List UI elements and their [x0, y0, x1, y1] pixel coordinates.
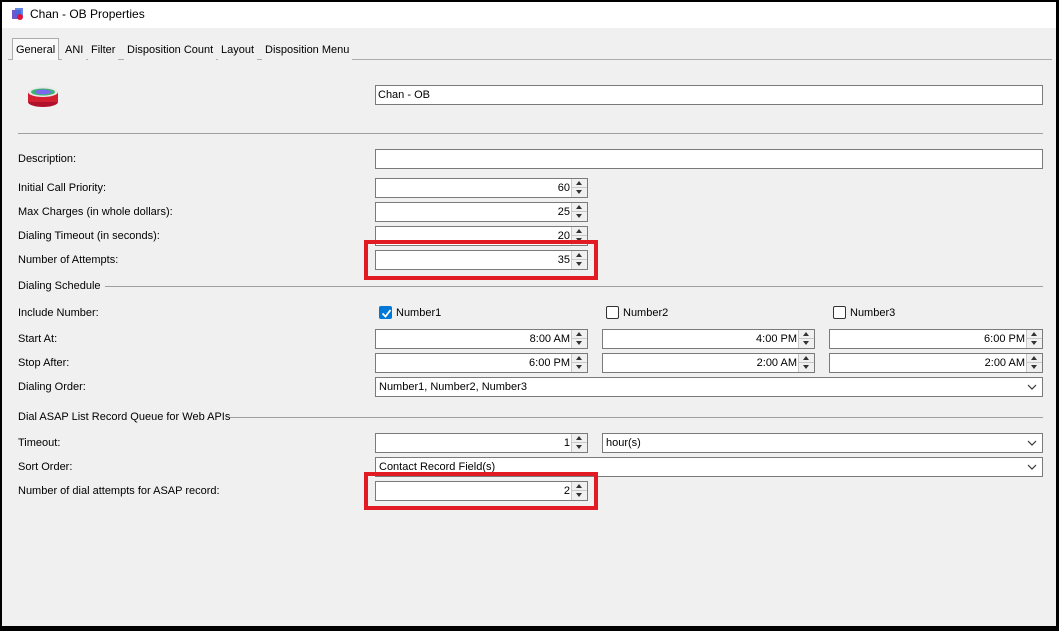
dialing-schedule-heading: Dialing Schedule — [18, 280, 101, 292]
spin-up-icon[interactable] — [572, 354, 587, 363]
number2-label: Number2 — [623, 307, 669, 319]
stop-after-label: Stop After: — [18, 357, 70, 369]
dialing-order-value: Number1, Number2, Number3 — [379, 381, 527, 393]
spin-up-icon[interactable] — [799, 354, 814, 363]
window-title: Chan - OB Properties — [30, 7, 145, 21]
start-time-2-spinner[interactable]: 4:00 PM — [602, 329, 815, 349]
start-at-label: Start At: — [18, 333, 58, 345]
campaign-large-icon — [28, 87, 58, 107]
tab-filter[interactable]: Filter — [88, 40, 119, 60]
start-time-3-spinner[interactable]: 6:00 PM — [829, 329, 1043, 349]
spin-up-icon[interactable] — [572, 434, 587, 443]
spin-down-icon[interactable] — [1027, 339, 1042, 348]
number1-label: Number1 — [396, 307, 442, 319]
tab-disposition-count[interactable]: Disposition Count — [124, 40, 217, 60]
spin-up-icon[interactable] — [1027, 330, 1042, 339]
highlight-box — [364, 472, 598, 510]
max-charges-spinner[interactable]: 25 — [375, 202, 588, 222]
dialing-order-select[interactable]: Number1, Number2, Number3 — [375, 377, 1043, 397]
initial-priority-label: Initial Call Priority: — [18, 182, 107, 194]
spin-down-icon[interactable] — [572, 188, 587, 197]
start-time-3-value: 6:00 PM — [984, 333, 1025, 345]
checkmark-icon — [381, 309, 392, 318]
start-time-2-value: 4:00 PM — [756, 333, 797, 345]
spin-down-icon[interactable] — [572, 443, 587, 452]
timeout-unit-value: hour(s) — [606, 437, 641, 449]
tab-disposition-menu[interactable]: Disposition Menu — [262, 40, 353, 60]
campaign-name-input[interactable]: Chan - OB — [375, 85, 1043, 105]
chevron-down-icon — [1027, 464, 1037, 470]
tab-bar: General ANI Filter Disposition Count Lay… — [8, 38, 1052, 61]
tab-layout[interactable]: Layout — [218, 40, 258, 60]
divider — [105, 286, 1043, 287]
spin-down-icon[interactable] — [1027, 363, 1042, 372]
campaign-icon — [12, 8, 23, 20]
stop-time-1-value: 6:00 PM — [529, 357, 570, 369]
chevron-down-icon — [1027, 440, 1037, 446]
spin-down-icon[interactable] — [572, 212, 587, 221]
timeout-unit-select[interactable]: hour(s) — [602, 433, 1043, 453]
max-charges-label: Max Charges (in whole dollars): — [18, 206, 173, 218]
max-charges-value: 25 — [557, 206, 570, 218]
spin-up-icon[interactable] — [1027, 354, 1042, 363]
initial-priority-value: 60 — [557, 182, 570, 194]
properties-window: Chan - OB Properties General ANI Filter … — [2, 2, 1056, 626]
divider — [230, 417, 1043, 418]
description-label: Description: — [18, 153, 77, 165]
initial-priority-spinner[interactable]: 60 — [375, 178, 588, 198]
spin-up-icon[interactable] — [799, 330, 814, 339]
divider — [18, 133, 1043, 134]
spin-down-icon[interactable] — [799, 363, 814, 372]
number3-checkbox[interactable] — [833, 306, 846, 319]
spin-up-icon[interactable] — [572, 203, 587, 212]
timeout-label: Timeout: — [18, 437, 61, 449]
spin-down-icon[interactable] — [572, 363, 587, 372]
stop-time-3-spinner[interactable]: 2:00 AM — [829, 353, 1043, 373]
asap-timeout-value: 1 — [563, 437, 570, 449]
stop-time-1-spinner[interactable]: 6:00 PM — [375, 353, 588, 373]
start-time-1-value: 8:00 AM — [529, 333, 570, 345]
asap-heading: Dial ASAP List Record Queue for Web APIs — [18, 411, 231, 423]
asap-timeout-spinner[interactable]: 1 — [375, 433, 588, 453]
stop-time-2-spinner[interactable]: 2:00 AM — [602, 353, 815, 373]
include-number-label: Include Number: — [18, 307, 99, 319]
spin-up-icon[interactable] — [572, 179, 587, 188]
highlight-box — [364, 240, 598, 280]
description-input[interactable] — [375, 149, 1043, 169]
chevron-down-icon — [1027, 384, 1037, 390]
stop-time-2-value: 2:00 AM — [756, 357, 797, 369]
number2-checkbox[interactable] — [606, 306, 619, 319]
general-panel: Chan - OB Description: Initial Call Prio… — [8, 60, 1052, 622]
spin-up-icon[interactable] — [572, 330, 587, 339]
sort-order-label: Sort Order: — [18, 461, 73, 473]
spin-up-icon[interactable] — [572, 227, 587, 236]
dialing-timeout-label: Dialing Timeout (in seconds): — [18, 230, 160, 242]
title-bar: Chan - OB Properties — [2, 2, 1056, 28]
stop-time-3-value: 2:00 AM — [984, 357, 1025, 369]
tab-ani[interactable]: ANI — [62, 40, 87, 60]
number1-checkbox[interactable] — [379, 306, 392, 319]
spin-down-icon[interactable] — [799, 339, 814, 348]
spin-down-icon[interactable] — [572, 339, 587, 348]
number3-label: Number3 — [850, 307, 896, 319]
tab-general[interactable]: General — [12, 38, 60, 61]
asap-attempts-label: Number of dial attempts for ASAP record: — [18, 485, 220, 497]
num-attempts-label: Number of Attempts: — [18, 254, 119, 266]
start-time-1-spinner[interactable]: 8:00 AM — [375, 329, 588, 349]
dialing-order-label: Dialing Order: — [18, 381, 86, 393]
